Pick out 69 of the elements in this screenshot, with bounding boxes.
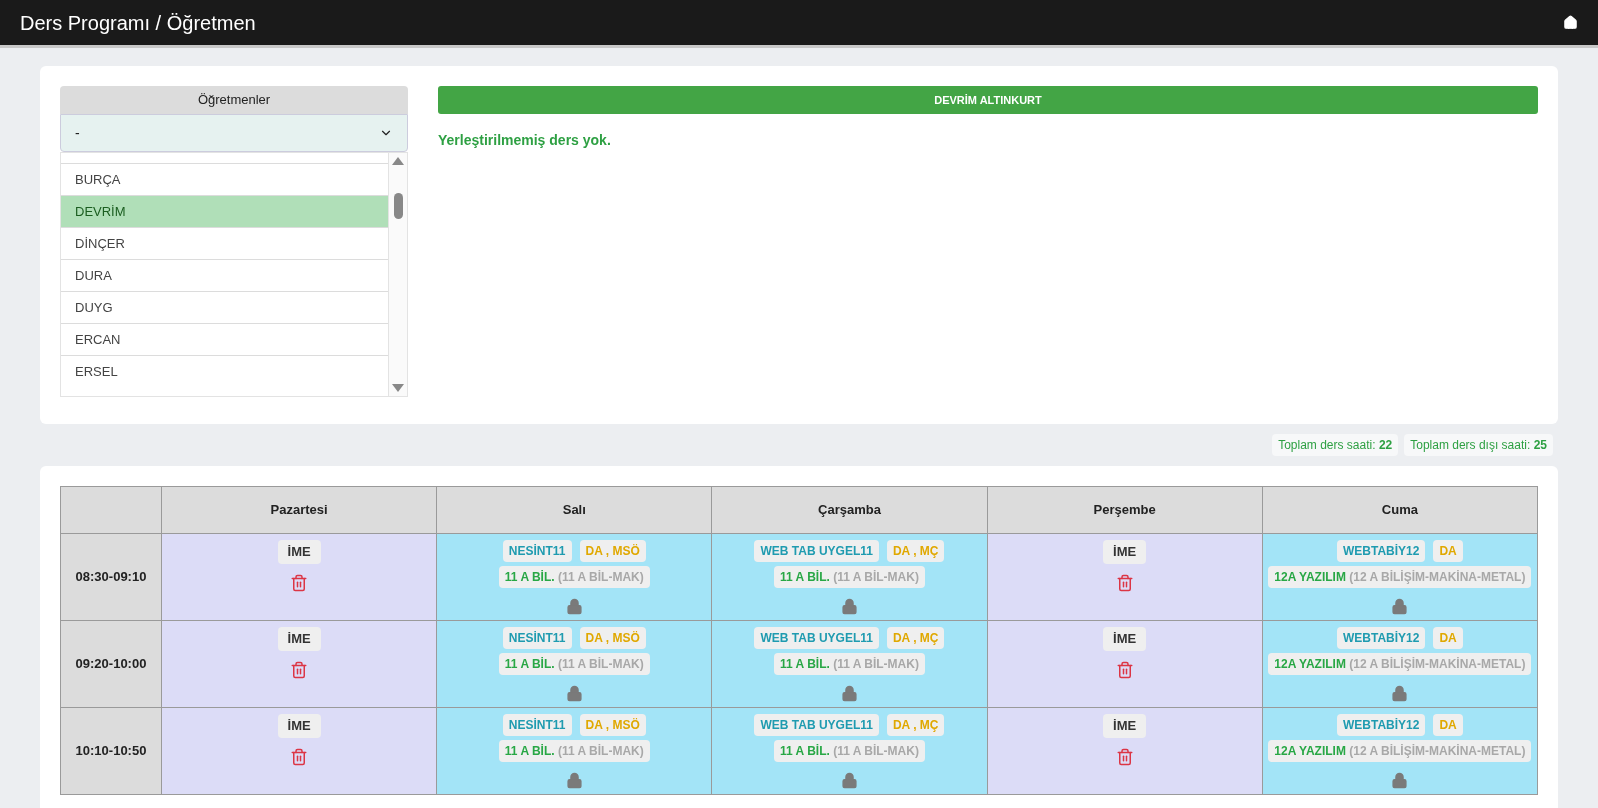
- lock-icon: [565, 685, 583, 702]
- lock-icon: [840, 772, 858, 789]
- teacher-tag: DA , MSÖ: [579, 540, 646, 562]
- lock-icon: [1391, 598, 1409, 615]
- scrollbar-thumb[interactable]: [393, 193, 403, 219]
- activity-tag: İME: [1103, 714, 1147, 738]
- day-header: Pazartesi: [161, 486, 437, 534]
- class-tag: 11 A BİL. (11 A BİL-MAK): [774, 740, 925, 762]
- class-tag: 11 A BİL. (11 A BİL-MAK): [774, 566, 925, 588]
- class-tag: 11 A BİL. (11 A BİL-MAK): [498, 566, 650, 588]
- activity-tag: İME: [1103, 627, 1147, 651]
- teacher-tag: DA: [1433, 627, 1463, 649]
- course-tag: WEB TAB UYGEL11: [754, 540, 879, 562]
- teacher-item[interactable]: DEVRİM: [61, 195, 388, 227]
- class-tag: 11 A BİL. (11 A BİL-MAK): [774, 653, 925, 675]
- class-tag: 11 A BİL. (11 A BİL-MAK): [498, 740, 650, 762]
- lock-icon: [840, 685, 858, 702]
- time-cell: 09:20-10:00: [60, 620, 162, 708]
- delete-icon[interactable]: [1115, 660, 1134, 679]
- course-tag: WEBTABİY12: [1336, 714, 1426, 736]
- course-tag: NESİNT11: [502, 627, 572, 649]
- home-icon[interactable]: [1563, 15, 1578, 30]
- teacher-tag: DA: [1433, 714, 1463, 736]
- day-header: Çarşamba: [711, 486, 988, 534]
- teacher-tag: DA , MSÖ: [579, 627, 646, 649]
- teacher-select[interactable]: -: [60, 114, 408, 152]
- total-badge: Toplam ders dışı saati: 25: [1404, 434, 1553, 456]
- class-tag: 12A YAZILIM (12 A BİLİŞİM-MAKİNA-METAL): [1268, 653, 1532, 675]
- teacher-tag: DA , MÇ: [886, 627, 945, 649]
- page-title: Ders Programı / Öğretmen: [20, 10, 256, 36]
- list-heading: Öğretmenler: [60, 86, 408, 114]
- course-tag: WEB TAB UYGEL11: [754, 627, 879, 649]
- teacher-tag: DA , MÇ: [886, 540, 945, 562]
- lock-icon: [565, 772, 583, 789]
- day-header: Salı: [436, 486, 712, 534]
- class-tag: 12A YAZILIM (12 A BİLİŞİM-MAKİNA-METAL): [1268, 566, 1532, 588]
- scrollbar[interactable]: [389, 153, 407, 396]
- teacher-tag: DA , MÇ: [886, 714, 945, 736]
- activity-tag: İME: [277, 714, 321, 738]
- lock-icon: [1391, 685, 1409, 702]
- class-tag: 12A YAZILIM (12 A BİLİŞİM-MAKİNA-METAL): [1268, 740, 1532, 762]
- delete-icon[interactable]: [1115, 747, 1134, 766]
- scroll-down-icon[interactable]: [392, 384, 404, 392]
- time-cell: 10:10-10:50: [60, 707, 162, 795]
- course-tag: NESİNT11: [502, 714, 572, 736]
- total-badge: Toplam ders saati: 22: [1272, 434, 1399, 456]
- course-tag: NESİNT11: [502, 540, 572, 562]
- activity-tag: İME: [277, 540, 321, 564]
- delete-icon[interactable]: [290, 573, 309, 592]
- activity-tag: İME: [1103, 540, 1147, 564]
- day-header: Cuma: [1262, 486, 1538, 534]
- selected-teacher-bar: DEVRİM ALTINKURT: [438, 86, 1538, 114]
- unplaced-message: Yerleştirilmemiş ders yok.: [438, 131, 612, 150]
- scroll-up-icon[interactable]: [392, 157, 404, 165]
- day-header: Perşembe: [987, 486, 1263, 534]
- course-tag: WEBTABİY12: [1336, 627, 1426, 649]
- teacher-tag: DA , MSÖ: [579, 714, 646, 736]
- teacher-tag: DA: [1433, 540, 1463, 562]
- time-cell: 08:30-09:10: [60, 533, 162, 621]
- delete-icon[interactable]: [290, 660, 309, 679]
- course-tag: WEBTABİY12: [1336, 540, 1426, 562]
- activity-tag: İME: [277, 627, 321, 651]
- lock-icon: [565, 598, 583, 615]
- lock-icon: [840, 598, 858, 615]
- class-tag: 11 A BİL. (11 A BİL-MAK): [498, 653, 650, 675]
- lock-icon: [1391, 772, 1409, 789]
- delete-icon[interactable]: [1115, 573, 1134, 592]
- delete-icon[interactable]: [290, 747, 309, 766]
- course-tag: WEB TAB UYGEL11: [754, 714, 879, 736]
